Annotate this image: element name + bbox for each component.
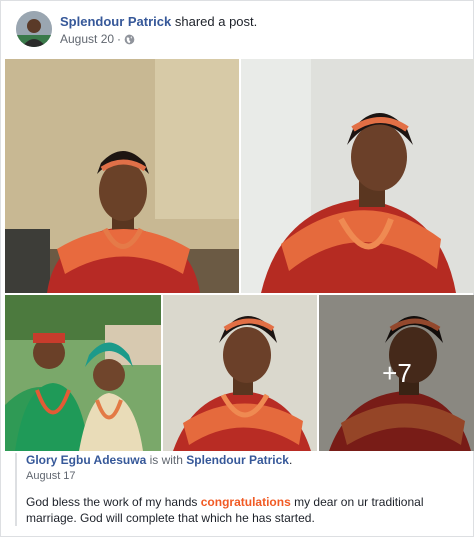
shared-post-header: Glory Egbu Adesuwa is with Splendour Pat… [26, 453, 461, 467]
author-avatar[interactable] [16, 11, 52, 47]
date-separator: · [117, 32, 122, 46]
text-before: God bless the work of my hands [26, 495, 201, 509]
shared-post-date[interactable]: August 17 [26, 470, 461, 482]
globe-icon[interactable] [124, 34, 135, 45]
shared-author-link[interactable]: Glory Egbu Adesuwa [26, 453, 146, 467]
post-photo-4[interactable] [163, 295, 317, 451]
shared-post-text: God bless the work of my hands congratul… [26, 494, 461, 526]
author-name-link[interactable]: Splendour Patrick [60, 14, 171, 29]
post-action-text: shared a post. [174, 14, 258, 29]
with-text: is with [149, 453, 183, 467]
post-date-link[interactable]: August 20 [60, 32, 114, 46]
post-header: Splendour Patrick shared a post. [60, 14, 257, 29]
tagged-person-link[interactable]: Splendour Patrick [186, 453, 289, 467]
shared-post: Glory Egbu Adesuwa is with Splendour Pat… [15, 453, 461, 526]
post-card: Splendour Patrick shared a post. August … [0, 0, 474, 537]
more-photos-count: +7 [382, 357, 412, 388]
post-photo-3[interactable] [5, 295, 161, 451]
post-photo-2[interactable] [241, 59, 474, 293]
post-photo-5[interactable]: +7 [319, 295, 474, 451]
post-photo-1[interactable] [5, 59, 239, 293]
header-period: . [288, 453, 293, 467]
more-photos-overlay[interactable]: +7 [319, 295, 474, 451]
post-meta: August 20 · [60, 32, 135, 46]
highlighted-word: congratulations [200, 495, 291, 509]
